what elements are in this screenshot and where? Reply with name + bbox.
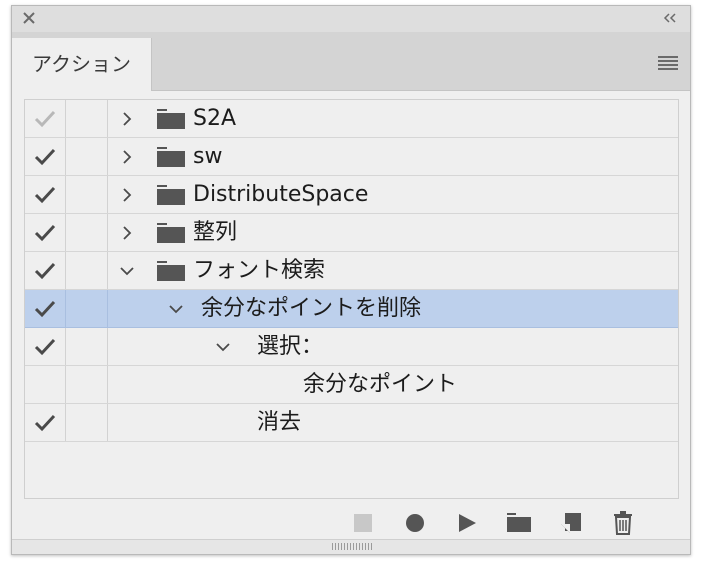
tab-actions[interactable]: アクション xyxy=(12,38,152,91)
tab-strip: アクション xyxy=(12,32,690,91)
checkmark-icon[interactable] xyxy=(34,299,56,319)
delete-icon[interactable] xyxy=(610,510,636,536)
actions-list[interactable]: S2A sw DistributeSpace 整列 フォント検索 余分なポイント… xyxy=(24,99,679,499)
tab-actions-label: アクション xyxy=(32,52,131,76)
action-set-label: 整列 xyxy=(193,220,238,245)
chevron-down-icon[interactable] xyxy=(215,339,231,355)
new-action-icon[interactable] xyxy=(558,510,584,536)
chevron-down-icon[interactable] xyxy=(119,263,135,279)
command-label: 消去 xyxy=(257,410,302,435)
toggle-dialog-column[interactable] xyxy=(66,290,108,327)
toggle-item-column[interactable] xyxy=(25,366,66,403)
toggle-item-column[interactable] xyxy=(25,252,66,289)
action-set-label: sw xyxy=(193,144,223,169)
actions-panel: アクション S2A sw DistributeSpace 整列 フォント検索 余… xyxy=(11,5,691,555)
toggle-item-column[interactable] xyxy=(25,138,66,175)
close-icon[interactable] xyxy=(21,10,37,26)
chevron-right-icon[interactable] xyxy=(119,149,135,165)
stop-icon[interactable] xyxy=(350,510,376,536)
toggle-dialog-column[interactable] xyxy=(66,366,108,403)
action-set-label: S2A xyxy=(193,106,237,131)
toggle-item-column[interactable] xyxy=(25,328,66,365)
chevron-right-icon[interactable] xyxy=(119,187,135,203)
folder-icon xyxy=(157,147,185,167)
action-set-label: フォント検索 xyxy=(193,258,326,283)
action-set-row[interactable]: S2A xyxy=(25,100,678,138)
action-set-label: DistributeSpace xyxy=(193,182,369,207)
toggle-item-column[interactable] xyxy=(25,100,66,137)
toggle-item-column[interactable] xyxy=(25,176,66,213)
folder-icon xyxy=(157,185,185,205)
checkmark-icon[interactable] xyxy=(34,337,56,357)
action-set-row[interactable]: 整列 xyxy=(25,214,678,252)
panel-menu-icon[interactable] xyxy=(658,56,678,70)
checkmark-icon[interactable] xyxy=(34,223,56,243)
grip-lines xyxy=(332,543,372,550)
folder-icon xyxy=(157,109,185,129)
toggle-dialog-column[interactable] xyxy=(66,328,108,365)
folder-icon xyxy=(157,261,185,281)
toggle-dialog-column[interactable] xyxy=(66,214,108,251)
toggle-dialog-column[interactable] xyxy=(66,138,108,175)
command-row[interactable]: 消去 xyxy=(25,404,678,442)
toggle-dialog-column[interactable] xyxy=(66,176,108,213)
checkmark-icon[interactable] xyxy=(34,109,56,129)
command-label: 選択： xyxy=(257,334,324,359)
checkmark-icon[interactable] xyxy=(34,185,56,205)
toggle-item-column[interactable] xyxy=(25,404,66,441)
action-set-row[interactable]: DistributeSpace xyxy=(25,176,678,214)
command-row[interactable]: 選択： xyxy=(25,328,678,366)
checkmark-icon[interactable] xyxy=(34,147,56,167)
new-set-icon[interactable] xyxy=(506,510,532,536)
chevron-right-icon[interactable] xyxy=(119,225,135,241)
chevron-down-icon[interactable] xyxy=(168,301,184,317)
actions-toolbar xyxy=(12,504,690,540)
action-row[interactable]: 余分なポイントを削除 xyxy=(25,290,678,328)
record-icon[interactable] xyxy=(402,510,428,536)
action-label: 余分なポイントを削除 xyxy=(201,296,422,321)
checkmark-icon[interactable] xyxy=(34,413,56,433)
checkmark-icon[interactable] xyxy=(34,261,56,281)
chevron-right-icon[interactable] xyxy=(119,111,135,127)
resize-grip[interactable] xyxy=(12,539,690,554)
collapse-panel-icon[interactable] xyxy=(662,10,678,26)
toggle-dialog-column[interactable] xyxy=(66,100,108,137)
command-detail-label: 余分なポイント xyxy=(303,372,458,397)
command-detail-row[interactable]: 余分なポイント xyxy=(25,366,678,404)
toggle-item-column[interactable] xyxy=(25,290,66,327)
folder-icon xyxy=(157,223,185,243)
action-set-row[interactable]: sw xyxy=(25,138,678,176)
panel-title-bar[interactable] xyxy=(12,6,690,33)
action-set-row[interactable]: フォント検索 xyxy=(25,252,678,290)
toggle-dialog-column[interactable] xyxy=(66,404,108,441)
play-icon[interactable] xyxy=(454,510,480,536)
toggle-item-column[interactable] xyxy=(25,214,66,251)
toggle-dialog-column[interactable] xyxy=(66,252,108,289)
